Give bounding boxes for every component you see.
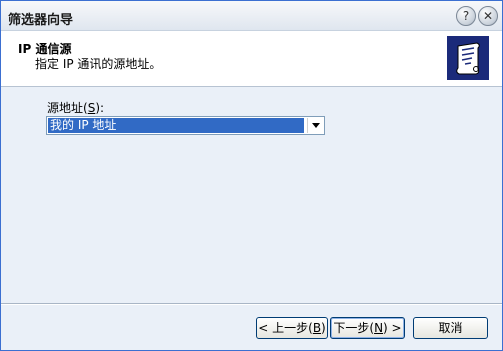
chevron-down-icon[interactable]	[307, 118, 323, 133]
next-button[interactable]: 下一步(N) >	[330, 317, 405, 339]
label-prefix: 源地址(	[47, 101, 88, 115]
footer-separator	[1, 303, 502, 305]
next-suffix: ) >	[383, 321, 402, 335]
scroll-document-icon	[447, 36, 489, 80]
filter-wizard-window: 筛选器向导 ? ✕ IP 通信源 指定 IP 通讯的源地址。 源地址(S): 我…	[0, 0, 503, 351]
source-address-value: 我的 IP 地址	[48, 118, 304, 133]
back-label: < 上一步(	[258, 321, 313, 335]
next-label: 下一步(	[333, 321, 375, 335]
label-suffix: ):	[95, 101, 105, 115]
back-access-key: B	[312, 321, 322, 335]
help-button[interactable]: ?	[456, 6, 476, 26]
wizard-header: IP 通信源 指定 IP 通讯的源地址。	[1, 31, 502, 87]
back-suffix: )	[321, 321, 326, 335]
window-title: 筛选器向导	[8, 13, 74, 28]
next-access-key: N	[374, 321, 384, 335]
back-button[interactable]: < 上一步(B)	[256, 317, 328, 339]
close-button[interactable]: ✕	[478, 6, 498, 26]
cancel-button[interactable]: 取消	[413, 317, 488, 339]
title-bar[interactable]: 筛选器向导 ? ✕	[1, 1, 502, 31]
header-subtitle: 指定 IP 通讯的源地址。	[35, 57, 162, 71]
source-address-select[interactable]: 我的 IP 地址	[46, 116, 325, 135]
source-address-label: 源地址(S):	[47, 99, 104, 116]
